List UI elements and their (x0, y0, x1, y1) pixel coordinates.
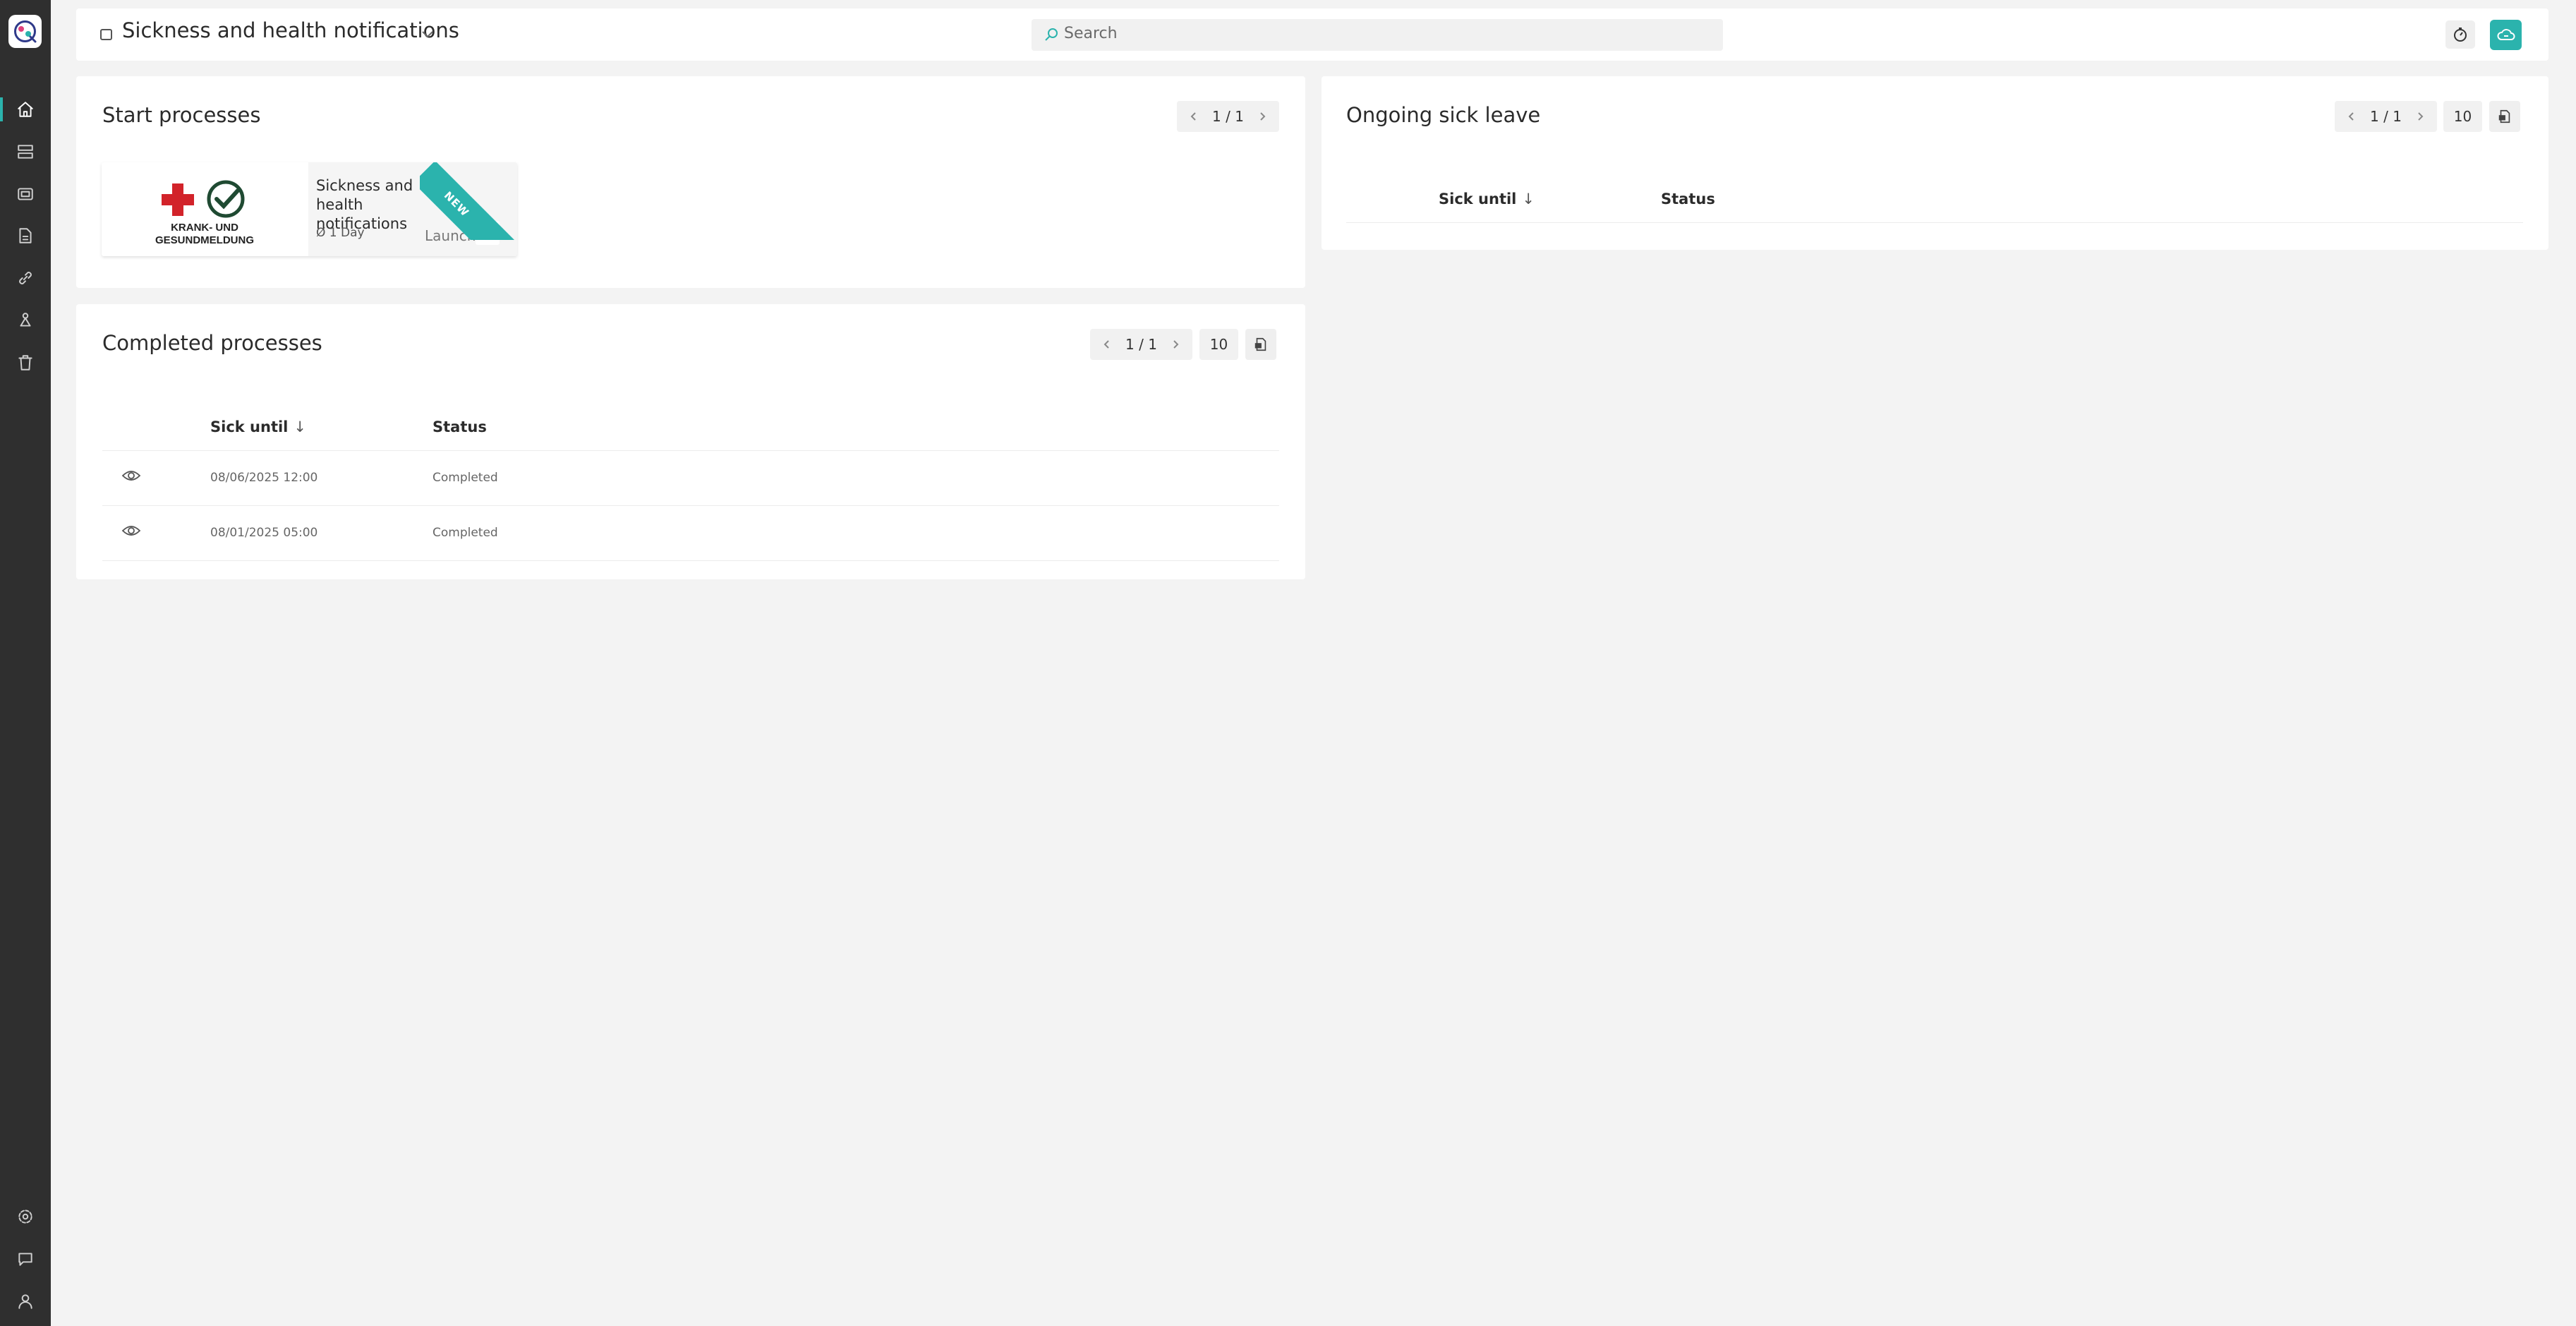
pager-label: 1 / 1 (1125, 336, 1157, 353)
timer-icon (2454, 28, 2467, 42)
cloud-icon (2496, 28, 2515, 40)
column-header-status[interactable]: Status (1661, 191, 1715, 207)
sidebar-item-network[interactable] (0, 301, 51, 339)
chevron-left-icon[interactable] (2346, 111, 2357, 122)
sidebar-item-chat[interactable] (0, 1240, 51, 1278)
export-icon (2498, 109, 2510, 123)
trash-icon (18, 355, 32, 370)
sidebar-item-layout[interactable] (0, 133, 51, 171)
process-card-duration: Ø 1 Day (316, 226, 365, 240)
chevron-right-icon[interactable] (1257, 111, 1268, 122)
completed-processes-pager: 1 / 1 (1090, 329, 1192, 360)
search-placeholder: Search (1064, 25, 1118, 42)
user-icon (18, 1294, 32, 1309)
column-header-sick-until[interactable]: Sick until ↓ (1439, 191, 1535, 207)
chat-icon (18, 1253, 32, 1266)
top-bar: Sickness and health notifications Search (76, 8, 2548, 61)
report-icon (19, 228, 32, 243)
layout-icon (18, 145, 33, 159)
table-divider (102, 505, 1279, 506)
chevron-left-icon[interactable] (1188, 111, 1199, 122)
pager-label: 1 / 1 (2370, 108, 2402, 125)
logo-text-2: GESUNDMELDUNG (155, 234, 254, 246)
home-icon (18, 102, 33, 117)
export-icon (1254, 337, 1266, 351)
start-processes-pager: 1 / 1 (1177, 101, 1279, 132)
eye-icon[interactable] (121, 524, 141, 538)
chevron-left-icon[interactable] (1101, 339, 1113, 350)
completed-processes-title: Completed processes (102, 331, 322, 355)
network-icon (20, 313, 31, 327)
sidebar-item-user[interactable] (0, 1282, 51, 1320)
logo-icon (14, 20, 37, 43)
settings-icon (18, 1210, 32, 1224)
table-divider (1346, 222, 2523, 223)
new-ribbon: NEW (420, 162, 526, 240)
chevron-right-icon[interactable] (2414, 111, 2426, 122)
timer-button[interactable] (2445, 20, 2475, 49)
sort-arrow-icon: ↓ (294, 418, 306, 435)
page-size-select[interactable]: 10 (2443, 101, 2482, 132)
chevron-down-icon[interactable] (419, 25, 436, 42)
process-logo: KRANK- UND GESUNDMELDUNG (102, 162, 308, 256)
app-logo[interactable] (8, 15, 42, 48)
logo-text-1: KRANK- UND (171, 222, 238, 234)
inbox-icon (18, 188, 33, 200)
completed-processes-panel: Completed processes 1 / 1 10 Sick until ↓… (76, 304, 1305, 579)
start-processes-title: Start processes (102, 103, 261, 127)
ongoing-sick-leave-title: Ongoing sick leave (1346, 103, 1541, 127)
export-button[interactable] (2489, 101, 2520, 132)
ongoing-sick-leave-panel: Ongoing sick leave 1 / 1 10 Sick until ↓ … (1322, 76, 2548, 250)
sidebar (0, 0, 51, 1326)
column-header-status[interactable]: Status (433, 418, 487, 435)
link-icon (19, 272, 32, 284)
cell-sick-until: 08/06/2025 12:00 (210, 471, 318, 485)
window-icon (100, 29, 112, 40)
search-input[interactable]: Search (1032, 19, 1723, 51)
cell-status: Completed (433, 526, 498, 540)
sidebar-item-reports[interactable] (0, 217, 51, 255)
column-header-sick-until[interactable]: Sick until ↓ (210, 418, 306, 435)
search-icon (1045, 28, 1058, 41)
eye-icon[interactable] (121, 469, 141, 483)
sidebar-item-links[interactable] (0, 259, 51, 297)
page-size-select[interactable]: 10 (1199, 329, 1238, 360)
sidebar-item-home[interactable] (0, 90, 51, 128)
cell-sick-until: 08/01/2025 05:00 (210, 526, 318, 540)
ongoing-pager: 1 / 1 (2335, 101, 2437, 132)
cloud-sync-button[interactable] (2490, 20, 2522, 50)
sidebar-item-settings[interactable] (0, 1198, 51, 1236)
page-title: Sickness and health notifications (122, 18, 459, 42)
export-button[interactable] (1245, 329, 1276, 360)
pager-label: 1 / 1 (1212, 108, 1244, 125)
process-logo-image: KRANK- UND GESUNDMELDUNG (155, 180, 254, 246)
sidebar-item-inbox[interactable] (0, 175, 51, 213)
ribbon-label: NEW (441, 188, 472, 219)
cell-status: Completed (433, 471, 498, 485)
table-divider (102, 450, 1279, 451)
table-divider (102, 560, 1279, 561)
sort-arrow-icon: ↓ (1522, 191, 1535, 207)
chevron-right-icon[interactable] (1170, 339, 1181, 350)
sidebar-item-trash[interactable] (0, 344, 51, 382)
